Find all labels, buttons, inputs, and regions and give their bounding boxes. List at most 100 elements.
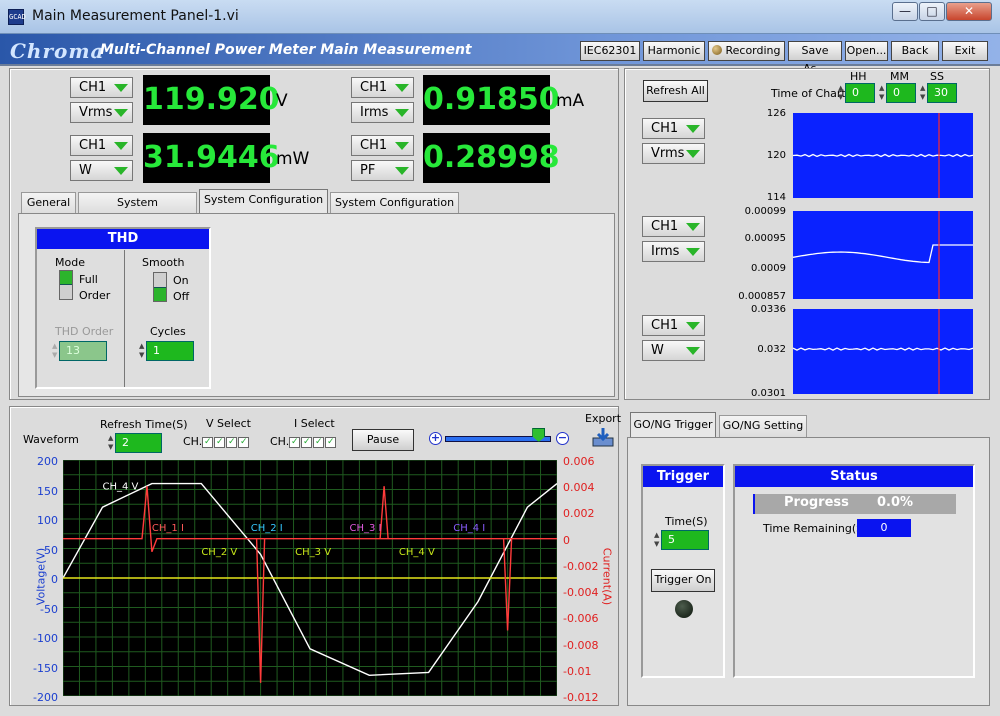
smooth-option-off[interactable]: Off bbox=[173, 290, 189, 303]
trend3-param-select[interactable]: W bbox=[642, 340, 705, 361]
app-icon: GCAD bbox=[8, 9, 26, 25]
v-check-3[interactable]: ✓ bbox=[226, 436, 238, 448]
cycles-input[interactable]: 1 bbox=[146, 341, 194, 361]
tab-general[interactable]: General bbox=[21, 192, 76, 214]
meter3-channel-select[interactable]: CH1 bbox=[70, 135, 133, 156]
tab-gong-trigger[interactable]: GO/NG Trigger bbox=[630, 412, 716, 439]
refresh-all-button[interactable]: Refresh All bbox=[643, 80, 708, 102]
mode-option-order[interactable]: Order bbox=[79, 289, 110, 302]
trend2-channel-select[interactable]: CH1 bbox=[642, 216, 705, 237]
meter4-param-select[interactable]: PF bbox=[351, 160, 414, 181]
hh-spinner[interactable]: ▲ ▼ bbox=[838, 84, 845, 102]
smooth-option-on[interactable]: On bbox=[173, 274, 189, 287]
chevron-down-icon bbox=[686, 248, 700, 256]
meter3-param-select[interactable]: W bbox=[70, 160, 133, 181]
cycles-spinner[interactable]: ▲ ▼ bbox=[139, 342, 146, 360]
zoom-out-icon[interactable]: − bbox=[556, 432, 569, 445]
trend3-channel-select[interactable]: CH1 bbox=[642, 315, 705, 336]
meter4-channel-select[interactable]: CH1 bbox=[351, 135, 414, 156]
minimize-button[interactable]: — bbox=[892, 2, 918, 21]
recording-button[interactable]: Recording bbox=[708, 41, 785, 61]
meter3-param: W bbox=[79, 163, 92, 178]
trend1-param-select[interactable]: Vrms bbox=[642, 143, 705, 164]
refresh-time-spinner[interactable]: ▲ ▼ bbox=[108, 434, 115, 452]
trend-trace-w bbox=[793, 347, 973, 351]
trigger-time-spinner[interactable]: ▲ ▼ bbox=[654, 531, 661, 549]
i-check-3[interactable]: ✓ bbox=[313, 436, 325, 448]
meter4-channel: CH1 bbox=[360, 138, 388, 153]
i-select-checkboxes[interactable]: CH. ✓ ✓ ✓ ✓ bbox=[270, 435, 337, 448]
tab-gong-setting[interactable]: GO/NG Setting bbox=[719, 415, 807, 437]
v-check-2[interactable]: ✓ bbox=[214, 436, 226, 448]
meter2-display: 0.91850 bbox=[423, 75, 560, 125]
thd-order-spinner: ▲ ▼ bbox=[52, 342, 58, 359]
recording-label: Recording bbox=[725, 44, 781, 57]
chevron-down-icon bbox=[114, 109, 128, 117]
meter1-channel-select[interactable]: CH1 bbox=[70, 77, 133, 98]
trend2-tick: 0.000857 bbox=[738, 291, 786, 302]
meter2-param-select[interactable]: Irms bbox=[351, 102, 414, 123]
trace-label: CH_4 I bbox=[453, 523, 485, 534]
trigger-time-label: Time(S) bbox=[665, 515, 708, 528]
ss-input[interactable]: 30 bbox=[927, 83, 957, 103]
mm-spinner[interactable]: ▲ ▼ bbox=[879, 84, 886, 102]
trace-label: CH_4 V bbox=[103, 482, 139, 493]
iec62301-button[interactable]: IEC62301 bbox=[580, 41, 640, 61]
trace-label: CH_2 V bbox=[201, 547, 237, 558]
trigger-on-button[interactable]: Trigger On bbox=[651, 569, 715, 592]
export-icon[interactable] bbox=[591, 426, 615, 448]
meter3-unit: mW bbox=[276, 149, 310, 169]
thd-divider bbox=[124, 250, 125, 387]
i-check-4[interactable]: ✓ bbox=[325, 436, 337, 448]
export-label: Export bbox=[585, 412, 622, 425]
voltage-tick: 50 bbox=[44, 543, 58, 557]
meter2-unit: mA bbox=[556, 91, 585, 111]
trend2-tick: 0.0009 bbox=[751, 263, 786, 274]
save-as-button[interactable]: Save As... bbox=[788, 41, 842, 75]
mm-label: MM bbox=[890, 70, 909, 83]
chevron-down-icon bbox=[395, 109, 409, 117]
tab-system-configuration-2[interactable]: System Configuration 2 bbox=[330, 192, 459, 229]
harmonic-button[interactable]: Harmonic bbox=[643, 41, 705, 61]
current-tick: 0.006 bbox=[563, 455, 595, 468]
hh-input[interactable]: 0 bbox=[845, 83, 875, 103]
current-axis-label: Current(A) bbox=[600, 547, 614, 606]
v-check-4[interactable]: ✓ bbox=[238, 436, 250, 448]
back-button[interactable]: Back bbox=[891, 41, 939, 61]
trend2-param-select[interactable]: Irms bbox=[642, 241, 705, 262]
mode-option-full[interactable]: Full bbox=[79, 273, 98, 286]
v-check-1[interactable]: ✓ bbox=[202, 436, 214, 448]
trend1-tick: 126 bbox=[766, 108, 786, 119]
meter1-param-select[interactable]: Vrms bbox=[70, 102, 133, 123]
thd-header: THD bbox=[37, 229, 209, 249]
trace-label: CH_3 I bbox=[350, 523, 382, 534]
current-tick: -0.008 bbox=[563, 638, 599, 652]
zoom-in-icon[interactable]: + bbox=[429, 432, 442, 445]
close-button[interactable]: ✕ bbox=[946, 2, 992, 21]
chevron-down-icon bbox=[114, 84, 128, 92]
v-select-checkboxes[interactable]: CH. ✓ ✓ ✓ ✓ bbox=[183, 435, 250, 448]
current-tick: -0.004 bbox=[563, 586, 599, 600]
trend2-tick: 0.00099 bbox=[744, 206, 786, 217]
chevron-down-icon bbox=[686, 347, 700, 355]
refresh-time-input[interactable]: 2 bbox=[115, 433, 162, 453]
maximize-button[interactable]: □ bbox=[919, 2, 945, 21]
tab-system-configuration[interactable]: System Configuration bbox=[78, 192, 197, 229]
i-check-1[interactable]: ✓ bbox=[289, 436, 301, 448]
meter2-channel-select[interactable]: CH1 bbox=[351, 77, 414, 98]
i-select-label: I Select bbox=[294, 417, 335, 430]
mm-input[interactable]: 0 bbox=[886, 83, 916, 103]
trend1-channel-select[interactable]: CH1 bbox=[642, 118, 705, 139]
exit-button[interactable]: Exit bbox=[942, 41, 988, 61]
open-button[interactable]: Open... bbox=[845, 41, 888, 61]
thd-order-input: 13 bbox=[59, 341, 107, 361]
smooth-switch[interactable] bbox=[153, 272, 167, 302]
mode-switch[interactable] bbox=[59, 270, 73, 300]
tab-system-configuration-1[interactable]: System Configuration 1 bbox=[199, 189, 328, 226]
pause-button[interactable]: Pause bbox=[352, 429, 414, 451]
refresh-time-label: Refresh Time(S) bbox=[100, 418, 188, 431]
trigger-time-input[interactable]: 5 bbox=[661, 530, 709, 550]
ss-spinner[interactable]: ▲ ▼ bbox=[920, 84, 927, 102]
i-check-2[interactable]: ✓ bbox=[301, 436, 313, 448]
banner-title: Multi-Channel Power Meter Main Measureme… bbox=[100, 42, 472, 58]
